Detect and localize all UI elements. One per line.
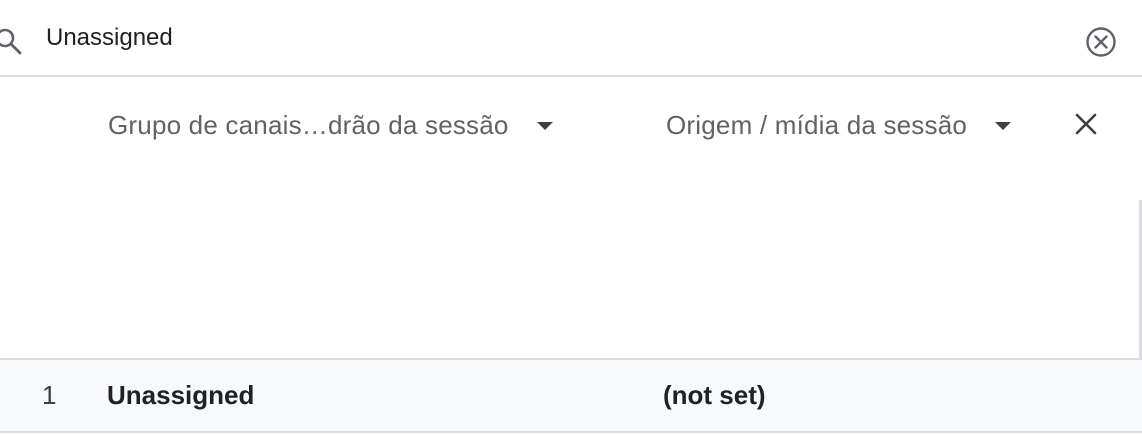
table-row[interactable]: 1 Unassigned (not set) bbox=[0, 358, 1142, 433]
chevron-down-icon bbox=[995, 122, 1012, 130]
search-bar bbox=[0, 0, 1142, 77]
primary-dimension-label: Grupo de canais…drão da sessão bbox=[108, 109, 509, 140]
secondary-dimension-label: Origem / mídia da sessão bbox=[666, 109, 968, 140]
primary-dimension-dropdown[interactable]: Grupo de canais…drão da sessão bbox=[108, 107, 553, 143]
close-icon[interactable] bbox=[1073, 111, 1099, 137]
secondary-dimension-dropdown[interactable]: Origem / mídia da sessão bbox=[666, 107, 1012, 143]
chevron-down-icon bbox=[536, 122, 553, 130]
search-icon[interactable] bbox=[0, 27, 24, 57]
clear-search-icon[interactable] bbox=[1084, 25, 1118, 59]
report-table-panel: Grupo de canais…drão da sessão Origem / … bbox=[0, 0, 1142, 434]
row-index: 1 bbox=[42, 380, 57, 410]
search-input[interactable] bbox=[46, 20, 946, 56]
dimension-header-row: Grupo de canais…drão da sessão Origem / … bbox=[0, 77, 1142, 177]
source-medium-cell: (not set) bbox=[663, 380, 766, 410]
channel-group-cell: Unassigned bbox=[107, 380, 255, 410]
